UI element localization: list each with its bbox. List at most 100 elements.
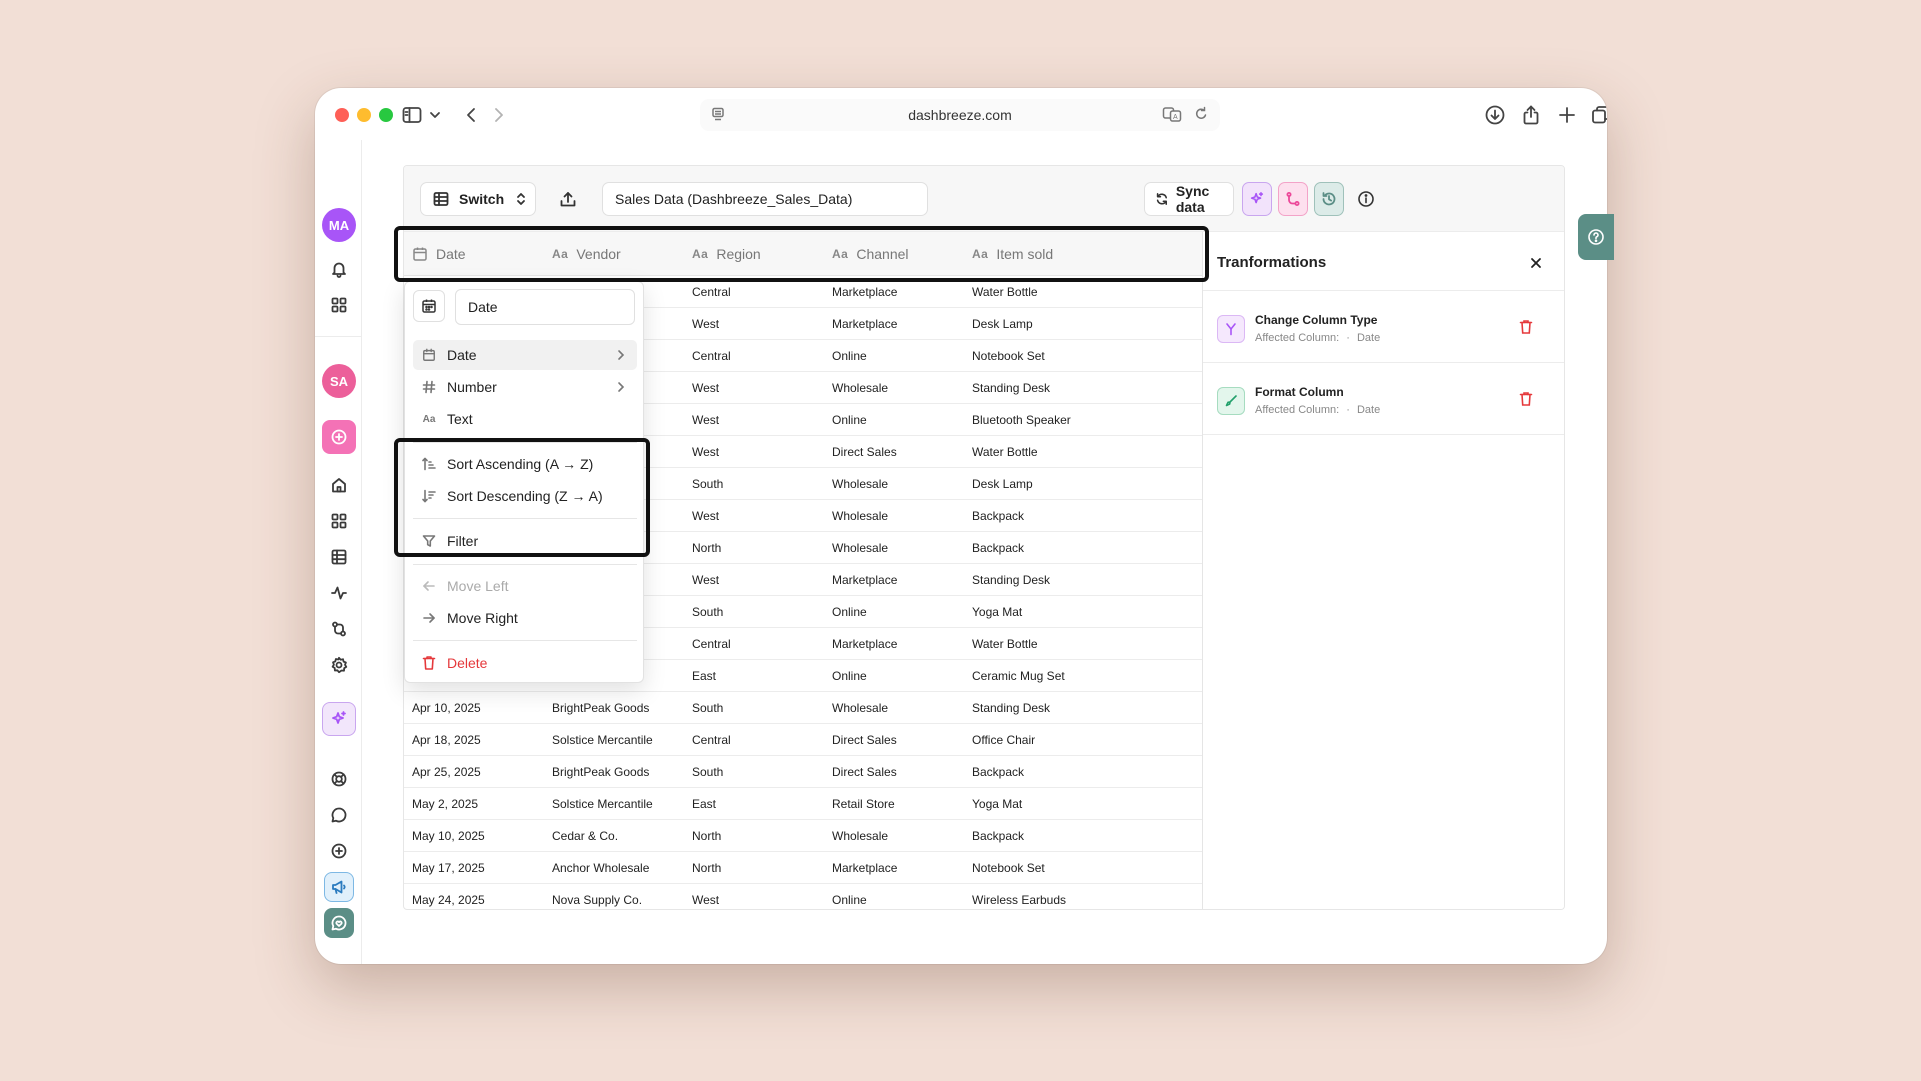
add-workspace-icon[interactable]	[322, 420, 356, 454]
column-header-vendor[interactable]: Aa Vendor	[552, 232, 621, 276]
menu-item-label: Move Right	[447, 610, 518, 626]
table-row[interactable]: May 2, 2025 Solstice Mercantile East Retail…	[404, 788, 1202, 820]
cell-region: West	[692, 413, 720, 427]
menu-item-move-right[interactable]: Move Right	[413, 603, 637, 633]
trash-icon[interactable]	[1519, 391, 1533, 412]
menu-item-filter[interactable]: Filter	[413, 526, 637, 556]
cell-item: Backpack	[972, 829, 1025, 843]
share-icon[interactable]	[1519, 102, 1543, 128]
table-row[interactable]: Apr 18, 2025 Solstice Mercantile Central Di…	[404, 724, 1202, 756]
minimize-window-button[interactable]	[357, 108, 371, 122]
menu-item-type-date[interactable]: Date	[413, 340, 637, 370]
zoom-window-button[interactable]	[379, 108, 393, 122]
reload-icon[interactable]	[1194, 106, 1208, 125]
cell-item: Backpack	[972, 509, 1025, 523]
text-type-icon: Aa	[692, 247, 709, 261]
downloads-icon[interactable]	[1483, 102, 1507, 128]
forward-icon[interactable]	[489, 102, 509, 128]
cell-item: Office Chair	[972, 733, 1036, 747]
text-type-icon: Aa	[422, 413, 436, 425]
ai-assist-button[interactable]	[1242, 182, 1272, 216]
menu-item-sort-descending[interactable]: Sort Descending (Z → A)	[413, 481, 637, 511]
tab-overview-icon[interactable]	[1589, 102, 1607, 128]
activity-icon[interactable]	[324, 578, 354, 608]
megaphone-icon[interactable]	[324, 872, 354, 902]
dataset-name-input[interactable]: Sales Data (Dashbreeze_Sales_Data)	[602, 182, 928, 216]
support-icon[interactable]	[324, 764, 354, 794]
heart-chat-icon[interactable]	[324, 908, 354, 938]
sidebar-toggle-icon[interactable]	[401, 102, 423, 128]
sync-data-button[interactable]: Sync data	[1144, 182, 1234, 216]
home-icon[interactable]	[324, 470, 354, 500]
column-header-date[interactable]: Date	[412, 232, 466, 276]
cell-channel: Online	[832, 413, 867, 427]
table-row[interactable]: May 17, 2025 Anchor Wholesale North Marketp…	[404, 852, 1202, 884]
cell-date: May 10, 2025	[412, 829, 485, 843]
cell-item: Bluetooth Speaker	[972, 413, 1071, 427]
cell-region: West	[692, 509, 720, 523]
upload-icon[interactable]	[558, 190, 578, 210]
cell-item: Standing Desk	[972, 381, 1051, 395]
settings-icon[interactable]	[324, 650, 354, 680]
table-icon[interactable]	[324, 542, 354, 572]
page-settings-icon[interactable]	[710, 106, 726, 125]
cell-region: North	[692, 829, 722, 843]
cell-channel: Online	[832, 605, 867, 619]
close-window-button[interactable]	[335, 108, 349, 122]
table-row[interactable]: Apr 25, 2025 BrightPeak Goods South Direct …	[404, 756, 1202, 788]
close-icon[interactable]	[1530, 256, 1542, 274]
cell-date: May 2, 2025	[412, 797, 479, 811]
transform-button[interactable]	[1278, 182, 1308, 216]
column-header-label: Channel	[856, 246, 909, 262]
menu-item-type-text[interactable]: Aa Text	[413, 404, 637, 434]
column-header-region[interactable]: Aa Region	[692, 232, 761, 276]
affected-column: Date	[1356, 404, 1381, 416]
sync-label: Sync data	[1175, 183, 1210, 215]
table-row[interactable]: May 10, 2025 Cedar & Co. North Wholesale Bac…	[404, 820, 1202, 852]
info-icon[interactable]	[1356, 189, 1376, 209]
cell-vendor: BrightPeak Goods	[552, 701, 650, 715]
connections-icon[interactable]	[324, 614, 354, 644]
table-row[interactable]: Apr 10, 2025 BrightPeak Goods South Wholesa…	[404, 692, 1202, 724]
grid-icon[interactable]	[324, 290, 354, 320]
switch-label: Switch	[459, 191, 505, 207]
menu-item-delete[interactable]: Delete	[413, 648, 637, 678]
user-avatar[interactable]: MA	[322, 208, 356, 242]
history-button[interactable]	[1314, 182, 1344, 216]
dashboard-icon[interactable]	[324, 506, 354, 536]
affected-label: Affected Column:	[1255, 332, 1340, 344]
calendar-icon[interactable]	[413, 290, 445, 322]
text-type-icon: Aa	[552, 247, 569, 261]
transformation-card[interactable]: Change Column Type Affected Column: · Da…	[1203, 291, 1564, 363]
url-text: dashbreeze.com	[908, 107, 1012, 123]
add-circle-icon[interactable]	[324, 836, 354, 866]
translate-icon[interactable]: A	[1162, 106, 1182, 125]
chevron-down-icon[interactable]	[427, 102, 443, 128]
menu-item-sort-ascending[interactable]: Sort Ascending (A → Z)	[413, 449, 637, 479]
chat-icon[interactable]	[324, 800, 354, 830]
cell-item: Water Bottle	[972, 285, 1038, 299]
menu-item-move-left[interactable]: Move Left	[413, 571, 637, 601]
column-name-value: Date	[468, 299, 498, 315]
separator: ·	[1346, 332, 1350, 344]
menu-item-type-number[interactable]: Number	[413, 372, 637, 402]
bell-icon[interactable]	[324, 254, 354, 284]
column-header-item-sold[interactable]: Aa Item sold	[972, 232, 1053, 276]
ai-sparkle-icon[interactable]	[322, 702, 356, 736]
back-icon[interactable]	[461, 102, 481, 128]
address-bar[interactable]: dashbreeze.com A	[700, 99, 1220, 131]
sidebar-divider	[315, 336, 362, 337]
sort-ascending-icon	[421, 456, 437, 472]
transformation-card[interactable]: Format Column Affected Column: · Date	[1203, 363, 1564, 435]
menu-item-label: Sort Ascending (A → Z)	[447, 456, 594, 472]
cell-item: Notebook Set	[972, 861, 1045, 875]
column-header-channel[interactable]: Aa Channel	[832, 232, 909, 276]
new-tab-icon[interactable]	[1555, 102, 1579, 128]
workspace-avatar[interactable]: SA	[322, 364, 356, 398]
switch-button[interactable]: Switch	[420, 182, 536, 216]
help-tab[interactable]	[1578, 214, 1614, 260]
table-row[interactable]: May 24, 2025 Nova Supply Co. West Online Wir…	[404, 884, 1202, 909]
cell-item: Wireless Earbuds	[972, 893, 1067, 907]
trash-icon[interactable]	[1519, 319, 1533, 340]
column-name-input[interactable]: Date	[455, 289, 635, 325]
